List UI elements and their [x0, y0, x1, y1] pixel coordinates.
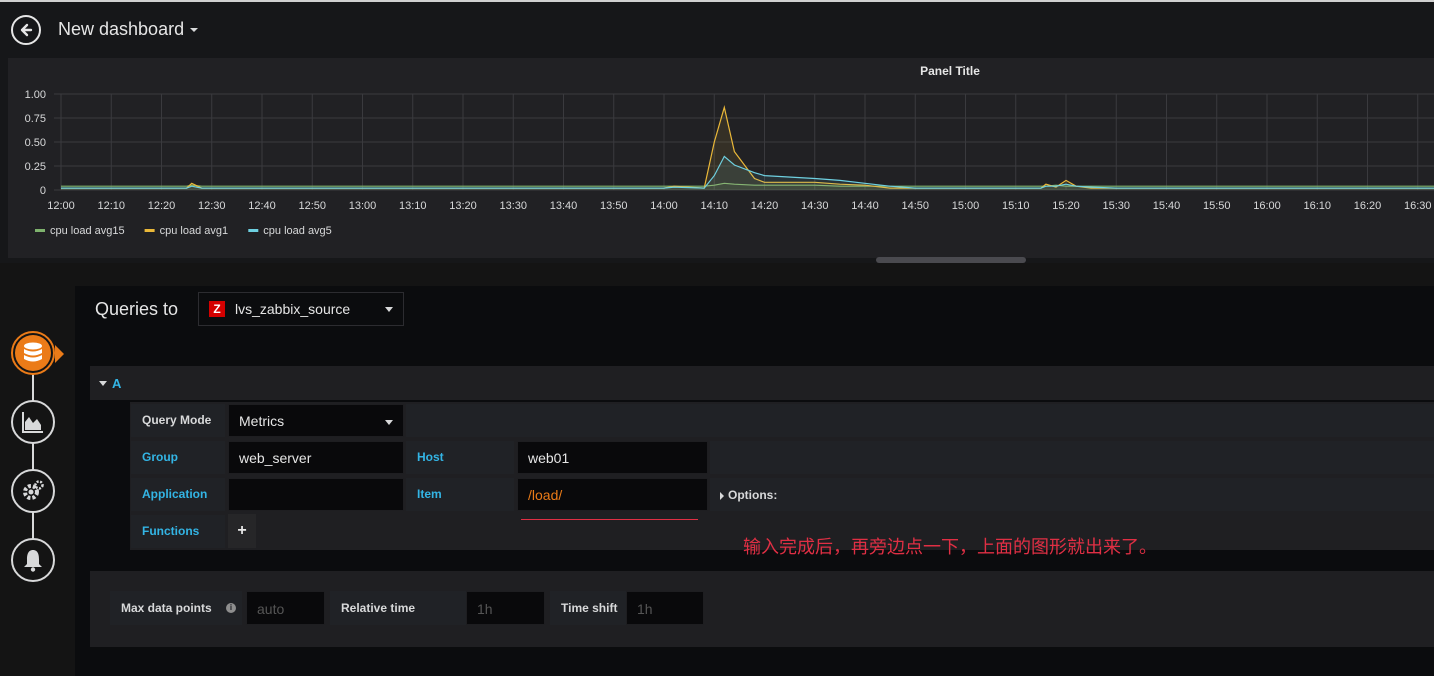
x-tick-label: 15:10	[1002, 200, 1030, 212]
x-tick-label: 15:50	[1203, 200, 1231, 212]
annotation-note: 输入完成后，再旁边点一下，上面的图形就出来了。	[743, 537, 1157, 558]
chevron-down-icon	[385, 420, 393, 425]
application-label: Application	[131, 478, 225, 511]
x-tick-label: 13:30	[499, 200, 527, 212]
x-tick-label: 16:30	[1404, 200, 1432, 212]
row-filler	[710, 478, 1434, 511]
caret-right-icon	[720, 491, 724, 500]
x-tick-label: 13:50	[600, 200, 628, 212]
arrow-left-icon	[20, 23, 33, 37]
x-tick-label: 12:10	[97, 200, 125, 212]
annotation-underline	[521, 519, 698, 520]
graph-panel: Panel Title 1.00 0.75 0.50 0.25 0 12:00 12:10 1…	[8, 58, 1434, 258]
legend-swatch	[35, 229, 45, 232]
max-data-points-label: Max data points	[110, 591, 242, 625]
x-tick-label: 16:10	[1303, 200, 1331, 212]
options-toggle[interactable]: Options:	[720, 488, 777, 502]
time-shift-label: Time shift	[550, 591, 626, 625]
x-tick-label: 12:50	[298, 200, 326, 212]
queries-tab-button[interactable]	[11, 331, 55, 375]
group-label: Group	[131, 441, 225, 474]
visualization-tab-button[interactable]	[11, 400, 55, 444]
general-tab-button[interactable]	[11, 469, 55, 513]
query-mode-label: Query Mode	[131, 404, 225, 437]
x-tick-label: 16:20	[1354, 200, 1382, 212]
item-input[interactable]: /load/	[517, 478, 708, 511]
gears-icon	[23, 480, 44, 500]
x-tick-label: 13:40	[550, 200, 578, 212]
chevron-down-icon	[385, 306, 393, 312]
y-tick-label: 0.25	[25, 161, 46, 173]
query-mode-select[interactable]: Metrics	[228, 404, 404, 437]
y-tick-label: 0.75	[25, 113, 46, 125]
relative-time-label: Relative time	[330, 591, 466, 625]
x-tick-label: 12:00	[47, 200, 75, 212]
legend-swatch	[144, 229, 155, 232]
series-area	[61, 156, 1434, 190]
chart: 1.00 0.75 0.50 0.25 012:00 12:10 12:20 12:30 12:…	[25, 89, 1434, 237]
x-tick-label: 13:20	[449, 200, 477, 212]
legend-label: cpu load avg5	[263, 225, 332, 237]
alert-tab-button[interactable]	[11, 538, 55, 582]
time-shift-input[interactable]: 1h	[626, 591, 704, 625]
collapse-caret-icon	[99, 380, 107, 386]
item-label: Item	[406, 478, 514, 511]
chevron-down-icon	[190, 28, 199, 33]
database-icon	[15, 335, 51, 371]
navbar: New dashboard	[0, 2, 1434, 58]
x-tick-label: 14:10	[700, 200, 728, 212]
application-input[interactable]	[228, 478, 404, 511]
x-tick-label: 14:00	[650, 200, 678, 212]
row-filler	[710, 441, 1434, 474]
x-tick-label: 14:50	[901, 200, 929, 212]
group-input[interactable]: web_server	[228, 441, 404, 474]
query-mode-value: Metrics	[239, 413, 285, 429]
host-label: Host	[406, 441, 514, 474]
dashboard-title[interactable]: New dashboard	[58, 19, 199, 40]
host-input[interactable]: web01	[517, 441, 708, 474]
x-tick-label: 15:20	[1052, 200, 1080, 212]
x-tick-label: 12:20	[148, 200, 176, 212]
max-data-points-input[interactable]: auto	[246, 591, 325, 625]
legend-label: cpu load avg1	[160, 225, 229, 237]
query-ref-id: A	[112, 375, 122, 391]
legend-label: cpu load avg15	[50, 225, 125, 237]
y-tick-label: 0.50	[25, 137, 46, 149]
x-tick-label: 14:30	[801, 200, 829, 212]
x-tick-label: 12:30	[198, 200, 226, 212]
x-tick-label: 15:30	[1102, 200, 1130, 212]
row-filler	[406, 404, 1434, 437]
queries-to-label: Queries to	[95, 299, 179, 319]
info-icon[interactable]: i	[226, 603, 236, 613]
x-tick-label: 16:00	[1253, 200, 1281, 212]
x-tick-label: 14:40	[851, 200, 879, 212]
legend-swatch	[248, 229, 259, 232]
x-tick-label: 15:40	[1153, 200, 1181, 212]
query-row-header[interactable]: A	[90, 366, 1434, 400]
y-tick-label: 1.00	[25, 89, 46, 101]
y-tick-label: 0	[40, 185, 46, 197]
datasource-picker[interactable]: Z lvs_zabbix_source	[198, 292, 404, 326]
zabbix-logo-icon: Z	[209, 301, 225, 317]
add-function-button[interactable]: +	[228, 514, 256, 548]
active-tab-pointer	[55, 345, 64, 363]
dashboard-title-text: New dashboard	[58, 19, 185, 39]
functions-label: Functions	[131, 515, 225, 548]
x-tick-label: 14:20	[751, 200, 779, 212]
bell-icon	[24, 550, 42, 572]
x-tick-label: 13:00	[349, 200, 377, 212]
x-tick-label: 13:10	[399, 200, 427, 212]
relative-time-input[interactable]: 1h	[466, 591, 545, 625]
options-label: Options:	[728, 488, 778, 502]
datasource-name: lvs_zabbix_source	[235, 301, 351, 317]
back-button[interactable]	[11, 15, 41, 45]
x-tick-label: 15:00	[952, 200, 980, 212]
area-chart-icon	[22, 412, 43, 433]
x-tick-label: 12:40	[248, 200, 276, 212]
